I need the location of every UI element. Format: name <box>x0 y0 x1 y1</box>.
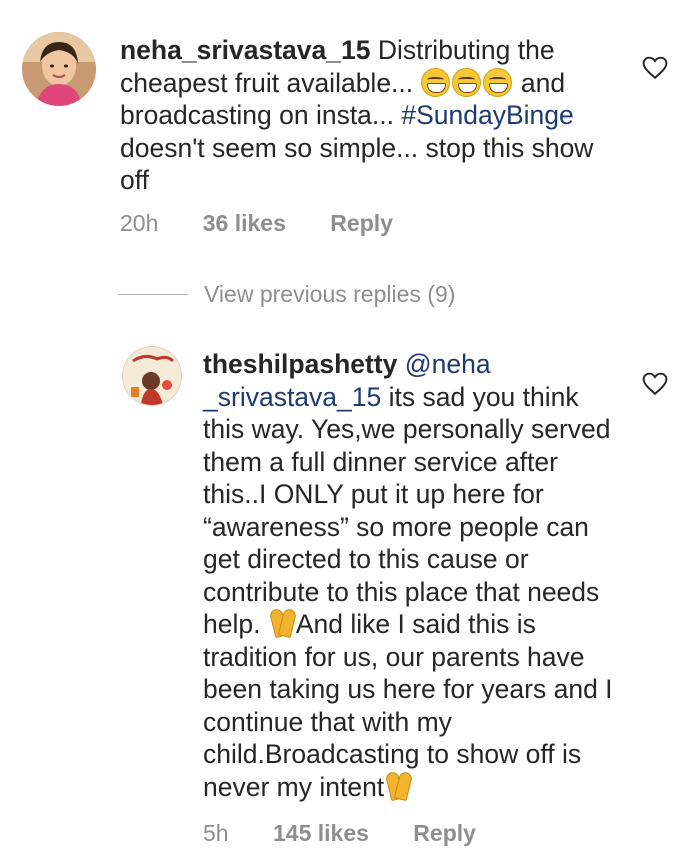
avatar[interactable] <box>122 346 182 406</box>
comment-body: its sad you think this way. Yes,we perso… <box>203 381 611 640</box>
divider-line <box>118 293 188 295</box>
folded-hands-icon <box>268 607 298 639</box>
timestamp: 20h <box>120 210 159 236</box>
comment-meta: 20h 36 likes Reply <box>120 210 431 237</box>
reply-button[interactable]: Reply <box>413 820 476 846</box>
avatar[interactable] <box>22 32 96 106</box>
folded-hands-icon <box>384 770 414 801</box>
grinning-squinting-face-icon <box>482 67 512 97</box>
grinning-squinting-face-icon <box>420 67 450 97</box>
laughing-emoji-group <box>420 67 514 98</box>
heart-icon[interactable] <box>642 56 668 80</box>
username[interactable]: theshilpashetty <box>203 349 397 379</box>
avatar-photo-icon <box>22 32 96 106</box>
view-previous-replies-button[interactable]: View previous replies (9) <box>118 279 455 309</box>
avatar-book-cover-icon <box>123 347 181 405</box>
hashtag-link[interactable]: #SundayBinge <box>401 100 573 130</box>
reply-button[interactable]: Reply <box>330 210 393 236</box>
comment-body: doesn't seem so simple... stop this show… <box>120 132 594 196</box>
timestamp: 5h <box>203 820 229 846</box>
heart-icon[interactable] <box>642 372 668 396</box>
username[interactable]: neha_srivastava_15 <box>120 35 370 65</box>
comment-text: neha_srivastava_15 Distributing the chea… <box>120 34 610 197</box>
comment-meta: 5h 145 likes Reply <box>203 820 514 847</box>
comment-text: theshilpashetty @neha _srivastava_15 its… <box>203 348 623 803</box>
likes-count[interactable]: 145 likes <box>273 820 369 846</box>
view-previous-replies-label: View previous replies (9) <box>204 280 456 307</box>
comments-screen: neha_srivastava_15 Distributing the chea… <box>0 0 700 853</box>
grinning-squinting-face-icon <box>451 67 481 97</box>
likes-count[interactable]: 36 likes <box>203 210 286 236</box>
